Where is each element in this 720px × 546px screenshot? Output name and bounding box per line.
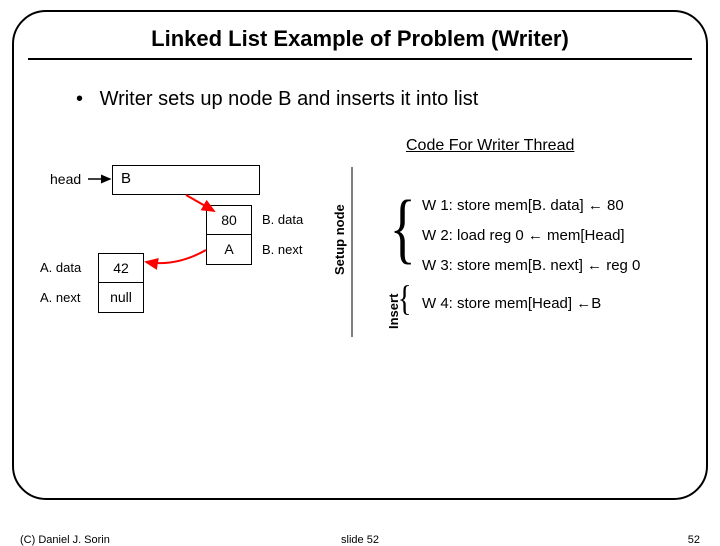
node-b-data-cell: 80 bbox=[206, 205, 252, 235]
code-lines: W 1: store mem[B. data] ← 80 W 2: load r… bbox=[422, 191, 640, 319]
code-w1: W 1: store mem[B. data] ← 80 bbox=[422, 191, 640, 221]
b-box: B bbox=[112, 165, 260, 195]
a-next-label: A. next bbox=[40, 283, 81, 313]
diagram-area: Code For Writer Thread head B A. data A.… bbox=[36, 137, 684, 437]
bullet-row: • Writer sets up node B and inserts it i… bbox=[76, 88, 684, 111]
title-underline bbox=[28, 58, 692, 60]
brace-setup: { bbox=[390, 189, 416, 267]
node-b-next-cell: A bbox=[206, 235, 252, 265]
bullet-text: Writer sets up node B and inserts it int… bbox=[100, 88, 479, 110]
node-a-next-cell: null bbox=[98, 283, 144, 313]
bullet-dot: • bbox=[76, 88, 94, 111]
node-b-labels: B. data B. next bbox=[262, 205, 303, 265]
slide-number-center: slide 52 bbox=[0, 534, 720, 546]
node-a: 42 null bbox=[98, 253, 144, 313]
page-number: 52 bbox=[688, 534, 700, 546]
b-next-label: B. next bbox=[262, 235, 303, 265]
node-a-labels: A. data A. next bbox=[40, 253, 81, 313]
code-heading: Code For Writer Thread bbox=[406, 137, 574, 155]
node-a-data-cell: 42 bbox=[98, 253, 144, 283]
brace-insert: { bbox=[398, 277, 412, 319]
code-w4: W 4: store mem[Head] ←B bbox=[422, 289, 640, 319]
code-w3: W 3: store mem[B. next] ← reg 0 bbox=[422, 251, 640, 281]
setup-node-label: Setup node bbox=[332, 204, 347, 275]
head-label: head bbox=[50, 171, 81, 187]
slide-title: Linked List Example of Problem (Writer) bbox=[36, 26, 684, 58]
a-data-label: A. data bbox=[40, 253, 81, 283]
code-w2: W 2: load reg 0 ← mem[Head] bbox=[422, 221, 640, 251]
slide-frame: Linked List Example of Problem (Writer) … bbox=[12, 10, 708, 500]
b-data-label: B. data bbox=[262, 205, 303, 235]
node-b: 80 A bbox=[206, 205, 252, 265]
